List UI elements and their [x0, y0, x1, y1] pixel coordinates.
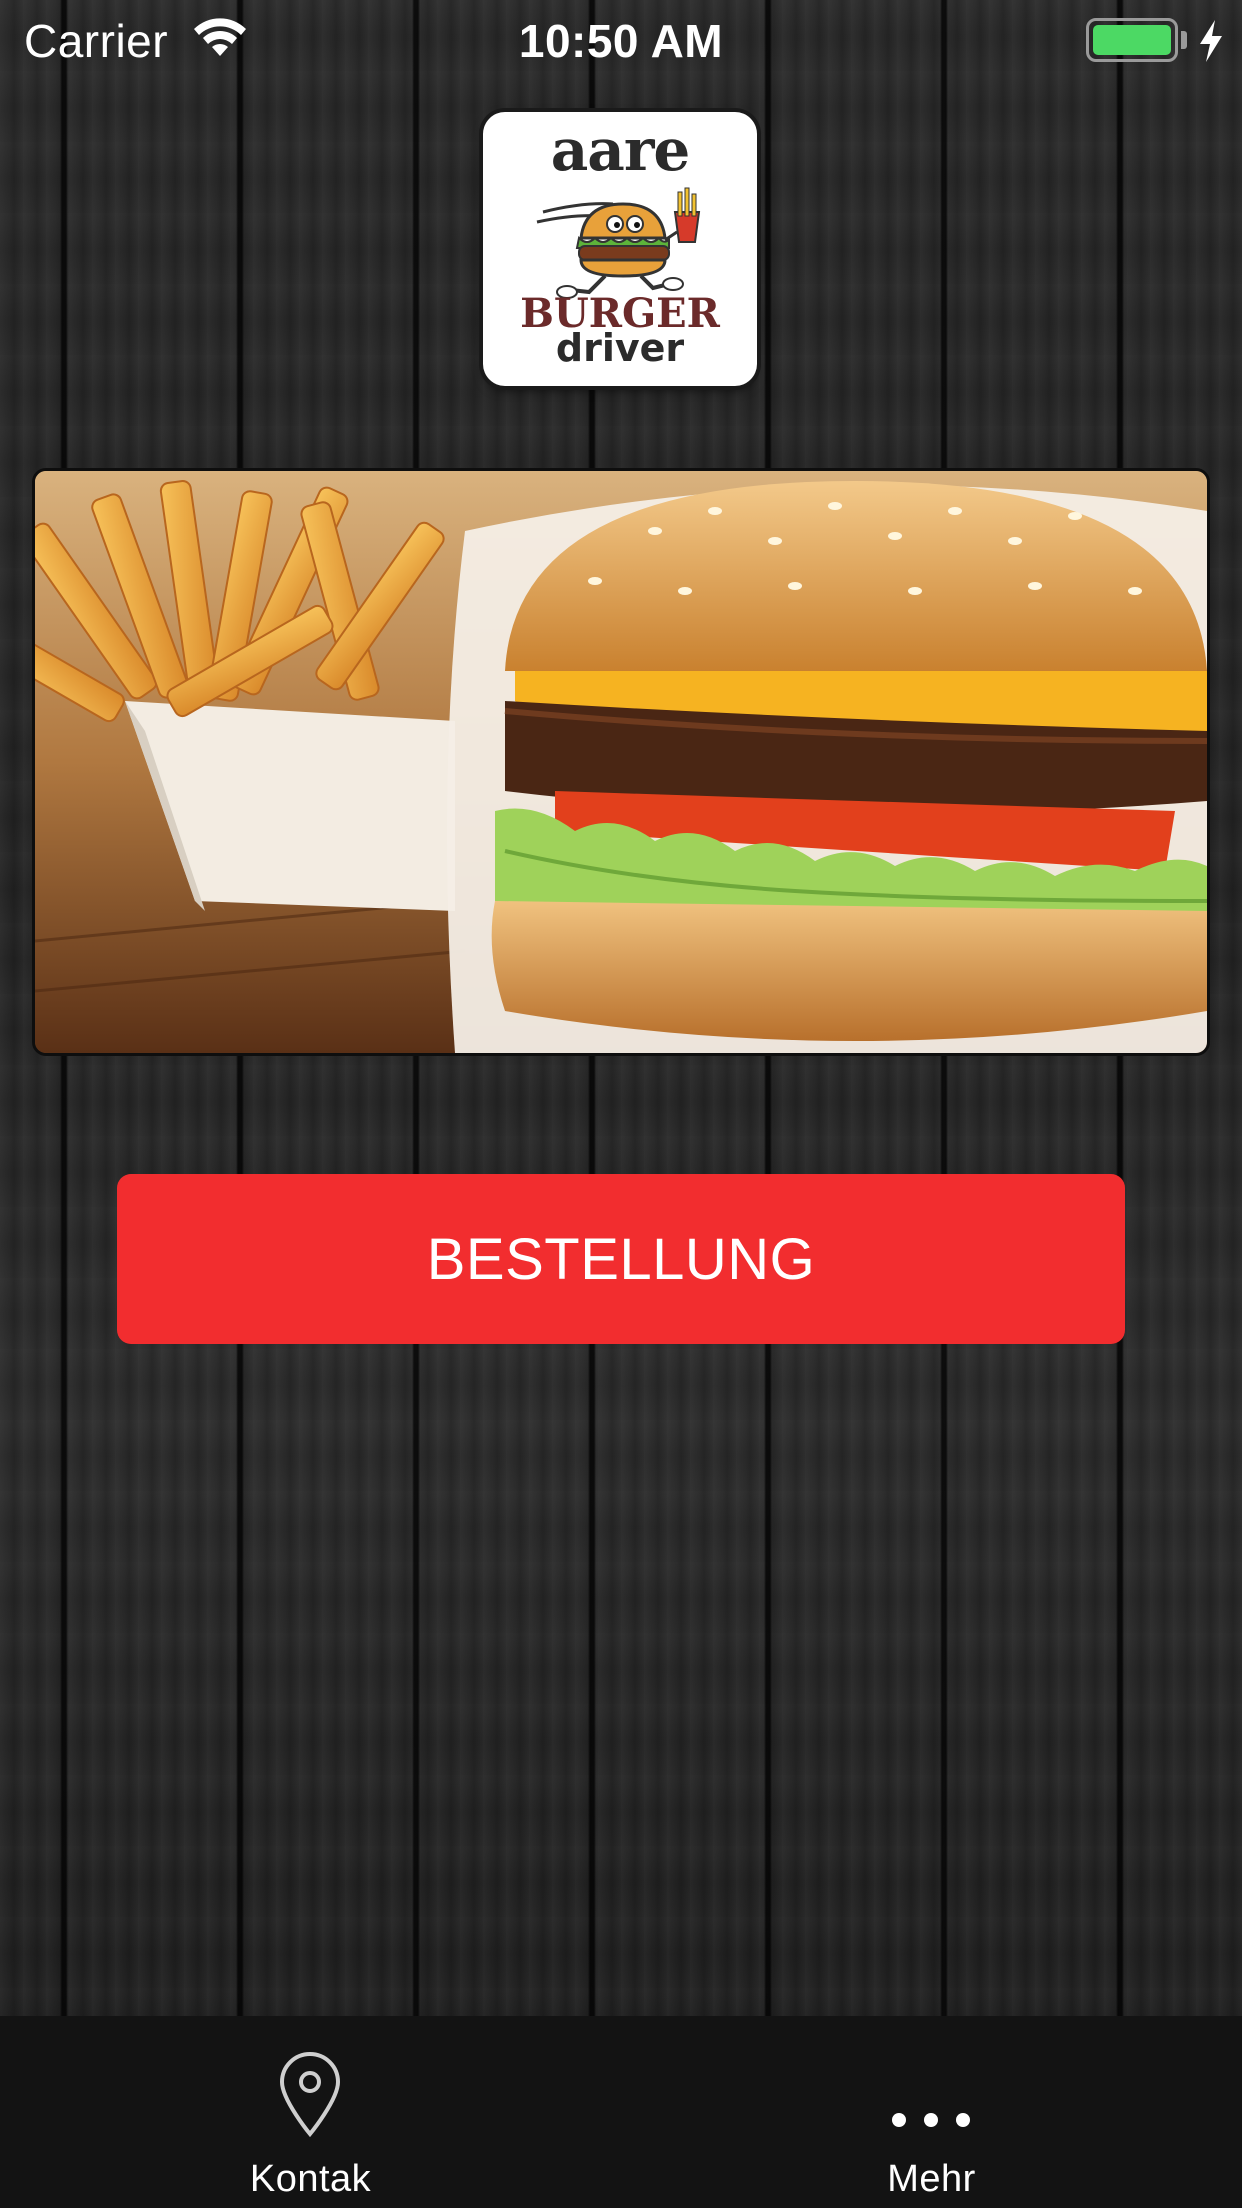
clock: 10:50 AM — [518, 15, 724, 67]
battery-icon — [1086, 18, 1178, 62]
location-pin-icon — [279, 2052, 341, 2138]
tab-mehr[interactable]: Mehr — [621, 2016, 1242, 2208]
more-dots-icon — [892, 2113, 970, 2127]
logo-text-aare: aare — [550, 116, 691, 184]
tab-mehr-label: Mehr — [887, 2158, 976, 2200]
logo-text-driver: driver — [555, 326, 685, 370]
tab-kontak[interactable]: Kontak — [0, 2016, 621, 2208]
brand-logo: aare BURGER driver — [483, 112, 757, 386]
tab-kontak-label: Kontak — [249, 2158, 372, 2200]
status-bar: Carrier 10:50 AM — [0, 0, 1242, 82]
tab-bar: Kontak Mehr — [0, 2016, 1242, 2208]
burger-mascot-icon — [536, 187, 701, 299]
hero-burger-image — [32, 468, 1210, 1056]
burger-fries-photo — [35, 471, 1207, 1053]
battery-tip — [1181, 31, 1187, 49]
charging-bolt-icon — [1200, 20, 1222, 62]
order-button[interactable]: BESTELLUNG — [117, 1174, 1125, 1344]
